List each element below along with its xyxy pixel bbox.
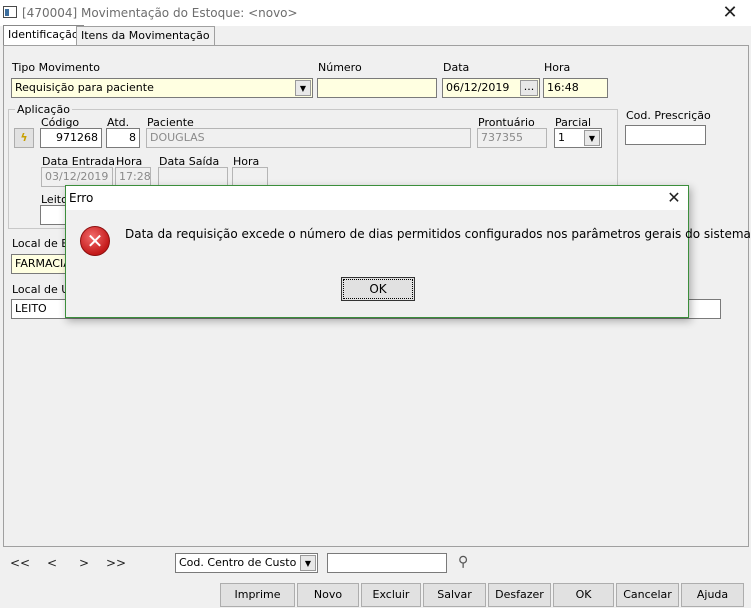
prontuario-input[interactable]: 737355 [477, 128, 547, 148]
aplicacao-group-label: Aplicação [15, 103, 72, 116]
hora-input[interactable]: 16:48 [543, 78, 608, 98]
window-close-button[interactable]: ✕ [715, 2, 745, 24]
local-utilizacao-label: Local de U [12, 283, 70, 296]
data-saida-input[interactable] [158, 167, 228, 187]
prev-record-button[interactable]: < [41, 556, 63, 570]
dialog-body: ✕ Data da requisição excede o número de … [66, 210, 751, 317]
hora-saida-input[interactable] [232, 167, 268, 187]
data-label: Data [443, 61, 470, 74]
dialog-close-button[interactable]: ✕ [664, 188, 684, 207]
last-record-button[interactable]: >> [105, 556, 127, 570]
numero-label: Número [318, 61, 362, 74]
tipo-movimento-select[interactable]: Requisição para paciente [11, 78, 313, 98]
novo-button[interactable]: Novo [297, 583, 359, 607]
dialog-message: Data da requisição excede o número de di… [125, 227, 751, 241]
cancelar-button[interactable]: Cancelar [616, 583, 679, 607]
first-record-button[interactable]: << [9, 556, 31, 570]
window-title: [470004] Movimentação do Estoque: <novo> [22, 6, 298, 20]
codigo-input[interactable]: 971268 [40, 128, 102, 148]
tipo-movimento-label: Tipo Movimento [12, 61, 100, 74]
date-picker-button[interactable]: ... [520, 80, 538, 96]
atd-input[interactable]: 8 [106, 128, 140, 148]
search-input[interactable] [327, 553, 447, 573]
dialog-title: Erro [69, 191, 94, 205]
chevron-down-icon[interactable]: ▼ [584, 130, 600, 146]
next-record-button[interactable]: > [73, 556, 95, 570]
excluir-button[interactable]: Excluir [361, 583, 421, 607]
chevron-down-icon[interactable]: ▼ [300, 555, 316, 571]
salvar-button[interactable]: Salvar [423, 583, 486, 607]
numero-input[interactable] [317, 78, 437, 98]
cod-prescricao-label: Cod. Prescrição [626, 109, 711, 122]
dialog-ok-button[interactable]: OK [341, 277, 415, 301]
chevron-down-icon[interactable]: ▼ [295, 80, 311, 96]
ajuda-button[interactable]: Ajuda [681, 583, 744, 607]
hora-entrada-input[interactable]: 17:28 [115, 167, 151, 187]
data-entrada-input[interactable]: 03/12/2019 [41, 167, 113, 187]
error-dialog: Erro ✕ ✕ Data da requisição excede o núm… [65, 185, 751, 318]
imprime-button[interactable]: Imprime [220, 583, 295, 607]
app-icon [3, 6, 17, 18]
cod-prescricao-input[interactable] [625, 125, 706, 145]
binoculars-icon[interactable]: ⚲ [458, 554, 476, 572]
tab-identificacao[interactable]: Identificação [3, 25, 84, 46]
dialog-ok-label: OK [343, 279, 413, 299]
lightning-icon[interactable]: ϟ [14, 128, 34, 148]
paciente-input[interactable]: DOUGLAS [146, 128, 471, 148]
desfazer-button[interactable]: Desfazer [488, 583, 551, 607]
error-icon: ✕ [80, 226, 110, 256]
ok-button[interactable]: OK [553, 583, 614, 607]
hora-label: Hora [544, 61, 571, 74]
search-field-select[interactable]: Cod. Centro de Custo [175, 553, 318, 573]
tab-itens-movimentacao[interactable]: Itens da Movimentação [76, 26, 215, 45]
local-estoque-label: Local de E [12, 237, 69, 250]
